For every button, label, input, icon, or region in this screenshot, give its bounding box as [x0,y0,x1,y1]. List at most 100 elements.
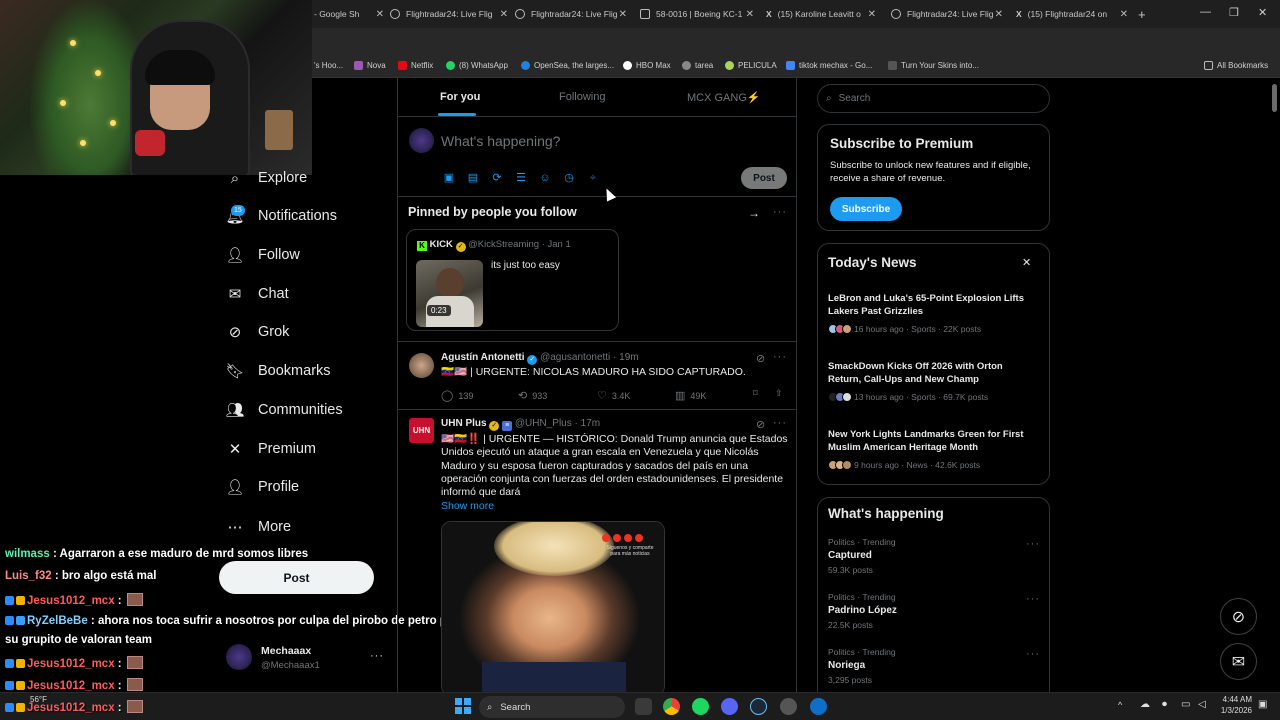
pinned-card[interactable]: K KICK ✓ @KickStreaming · Jan 1 0:23 its… [406,229,619,331]
messages-fab-button[interactable]: ✉ [1220,643,1257,680]
news-headline[interactable]: SmackDown Kicks Off 2026 with Orton Retu… [828,360,1038,386]
bookmark-icon[interactable]: ⌑ [753,388,758,399]
nav-grok[interactable]: ⊘ Grok [226,320,290,344]
close-icon[interactable]: ✕ [746,9,754,20]
tweet-time[interactable]: · 17m [575,418,601,429]
nav-profile[interactable]: 👤︎ Profile [225,475,299,499]
trend-name[interactable]: Captured [828,550,872,561]
grok-icon[interactable]: ⟳ [491,172,503,184]
network-icon[interactable]: ▭ [1181,699,1190,710]
nav-premium[interactable]: ✕ Premium [226,437,316,461]
tweet-author-handle[interactable]: @UHN_Plus [515,418,572,429]
microphone-icon[interactable]: ⏺ [1162,699,1167,710]
account-name[interactable]: Mechaaax [261,645,311,657]
avatar[interactable] [409,353,434,378]
tray-icon[interactable]: ☁ [1140,699,1150,710]
image-icon[interactable]: ▣ [443,172,455,184]
news-headline[interactable]: New York Lights Landmarks Green for Firs… [828,428,1038,454]
reply-action[interactable]: ◯ 139 [441,389,473,402]
like-action[interactable]: ♡ 3.4K [597,389,630,402]
close-window-icon[interactable]: ✕ [1258,6,1267,19]
browser-tab[interactable]: - Google Sh ✕ [314,4,384,24]
more-icon[interactable]: ··· [773,417,787,429]
bookmark[interactable]: Netflix [398,61,433,70]
taskbar-search[interactable]: ⌕ Search [479,696,625,718]
bookmark[interactable]: HBO Max [623,61,671,70]
trend-name[interactable]: Noriega [828,660,865,671]
bookmark[interactable]: Turn Your Skins into... [888,61,979,70]
nav-communities[interactable]: 👥︎ Communities [225,398,342,422]
subscribe-button[interactable]: Subscribe [830,197,902,221]
search-input[interactable]: ⌕ Search [817,84,1050,113]
taskbar-time[interactable]: 4:44 AM [1218,695,1252,704]
tweet-image[interactable]: Siguenos y comparte para más noticias [441,521,665,692]
views-action[interactable]: ▥ 49K [675,389,706,402]
close-icon[interactable]: ✕ [619,9,627,20]
location-icon[interactable]: ⌖ [587,172,599,184]
tweet-time[interactable]: · 19m [613,352,639,363]
tab-following[interactable]: Following [559,91,605,103]
account-menu-icon[interactable]: ··· [370,650,384,662]
browser-tab[interactable]: X (15) Karoline Leavitt o ✕ [766,4,876,24]
minimize-icon[interactable]: — [1200,6,1211,18]
post-button[interactable]: Post [219,561,374,594]
bookmark[interactable]: tarea [682,61,713,70]
bookmark[interactable]: (8) WhatsApp [446,61,508,70]
close-icon[interactable]: ✕ [868,9,876,20]
tab-mcx-gang[interactable]: MCX GANG⚡ [687,91,761,104]
gif-icon[interactable]: ▤ [467,172,479,184]
taskbar-date[interactable]: 1/3/2026 [1216,706,1252,715]
windows-start-icon[interactable] [455,698,471,714]
tab-for-you[interactable]: For you [440,91,480,103]
repost-action[interactable]: ⟲ 933 [518,389,547,402]
app-icon[interactable] [810,698,827,715]
grok-icon[interactable]: ⊘ [756,352,765,365]
arrow-right-icon[interactable]: → [748,206,760,220]
bookmark[interactable]: tiktok mechax - Go... [786,61,872,70]
nav-more[interactable]: ⋯ More [226,515,292,539]
nav-chat[interactable]: ✉ Chat [226,282,289,306]
share-icon[interactable]: ⇧ [775,388,783,399]
trend-name[interactable]: Padrino López [828,605,897,616]
composer-input[interactable]: What's happening? [441,133,560,149]
close-icon[interactable]: ✕ [1120,9,1128,20]
more-icon[interactable]: ··· [1026,648,1040,660]
tweet-author-name[interactable]: Agustín Antonetti [441,352,525,363]
discord-icon[interactable] [721,698,738,715]
emoji-icon[interactable]: ☺ [539,172,551,184]
browser-tab[interactable]: Flightradar24: Live Flig ✕ [515,4,627,24]
chrome-icon[interactable] [663,698,680,715]
schedule-icon[interactable]: ◷ [563,172,575,184]
nav-bookmarks[interactable]: 🔖︎ Bookmarks [225,359,330,383]
browser-tab[interactable]: Flightradar24: Live Flig ✕ [390,4,508,24]
bookmark[interactable]: PELICULA [725,61,777,70]
volume-icon[interactable]: ◁ [1198,699,1206,710]
close-icon[interactable]: ✕ [376,9,384,20]
show-more-link[interactable]: Show more [441,500,494,512]
close-icon[interactable]: ✕ [500,9,508,20]
spotify-icon[interactable] [692,698,709,715]
browser-tab[interactable]: Flightradar24: Live Flig ✕ [891,4,1003,24]
browser-tab[interactable]: 58-0016 | Boeing KC-1 ✕ [640,4,754,24]
steam-icon[interactable] [750,698,767,715]
bookmark[interactable]: Nova [354,61,386,70]
grok-fab-button[interactable]: ⊘ [1220,598,1257,635]
task-view-icon[interactable] [635,698,652,715]
news-headline[interactable]: LeBron and Luka's 65-Point Explosion Lif… [828,292,1038,318]
new-tab-button[interactable]: + [1138,4,1150,24]
chevron-up-icon[interactable]: ^ [1118,700,1122,710]
close-icon[interactable]: ✕ [995,9,1003,20]
tweet-author-handle[interactable]: @agusantonetti [540,352,610,363]
close-icon[interactable]: ✕ [1022,256,1031,269]
tweet-author-name[interactable]: UHN Plus [441,418,487,429]
app-icon[interactable] [780,698,797,715]
grok-icon[interactable]: ⊘ [756,418,765,431]
avatar[interactable]: UHN [409,418,434,443]
more-icon[interactable]: ··· [773,206,787,218]
video-thumbnail[interactable]: 0:23 [416,260,483,327]
more-icon[interactable]: ··· [1026,593,1040,605]
bookmark[interactable]: 's Hoo... [314,61,343,70]
avatar[interactable] [226,644,252,670]
poll-icon[interactable]: ☰ [515,172,527,184]
notification-icon[interactable]: ▣ [1258,699,1267,710]
